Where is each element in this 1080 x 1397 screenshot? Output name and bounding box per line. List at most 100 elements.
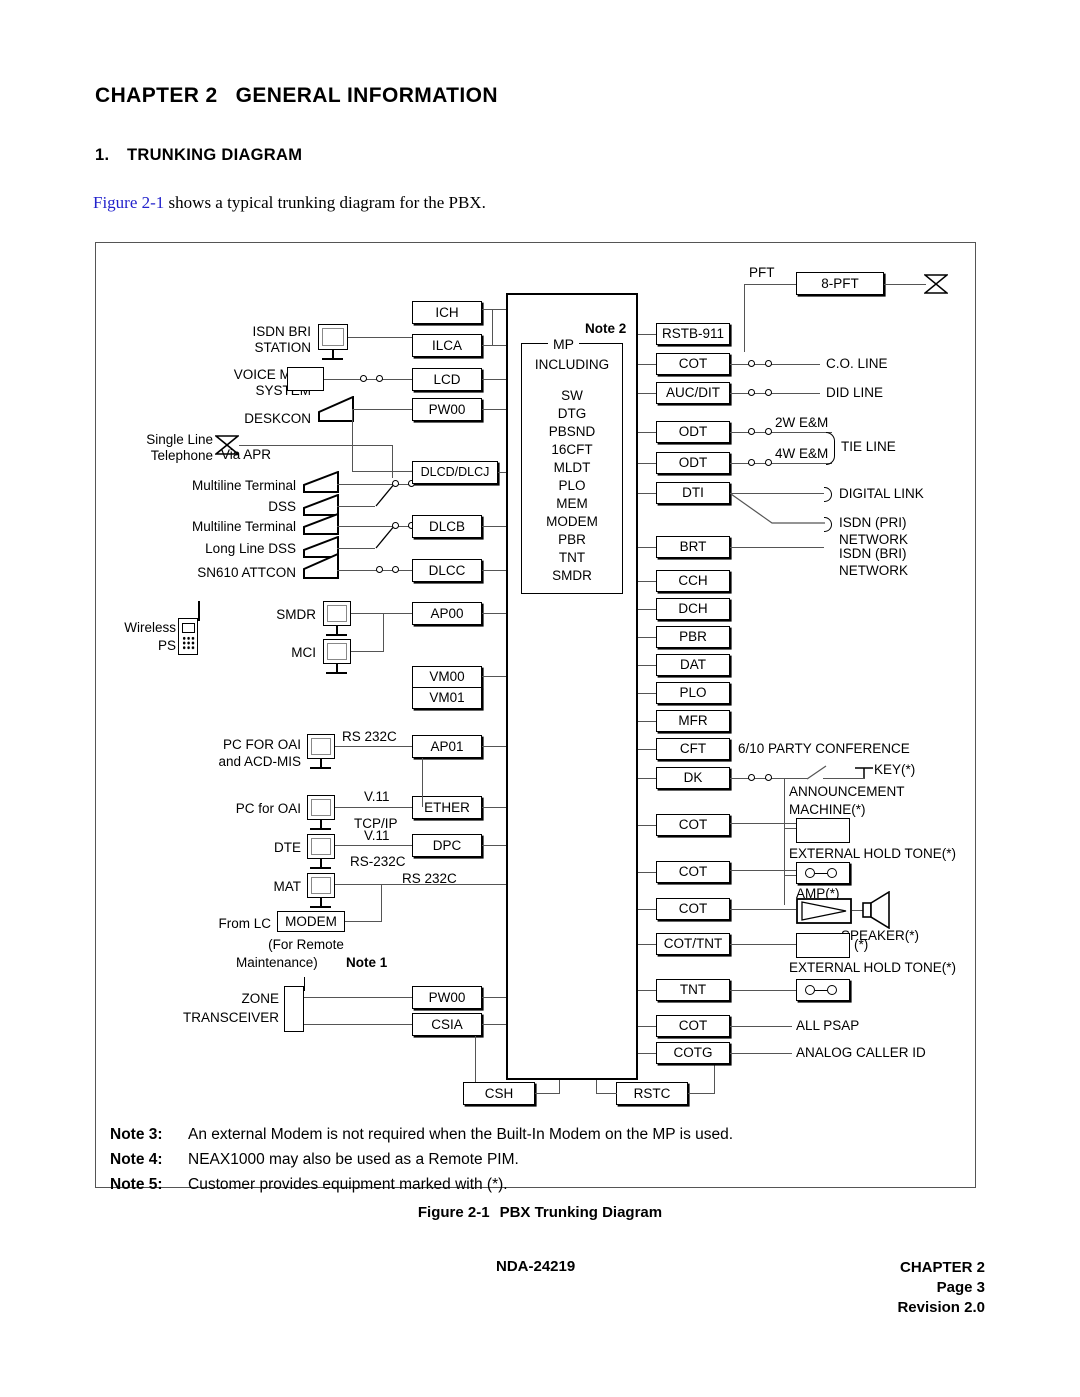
page-title: CHAPTER 2 GENERAL INFORMATION	[95, 84, 498, 108]
card-dpc[interactable]: DPC	[412, 834, 482, 857]
tnt-tone-circle-1	[805, 985, 815, 995]
card-dch[interactable]: DCH	[656, 598, 730, 620]
mp-content-pbsnd: PBSND	[548, 424, 596, 439]
note-row-4: Note 4: NEAX1000 may also be used as a Re…	[110, 1147, 970, 1172]
note-4-label: Note 4:	[110, 1151, 163, 1168]
dte-base	[310, 867, 331, 869]
card-tnt[interactable]: TNT	[656, 979, 730, 1001]
card-brt[interactable]: BRT	[656, 536, 730, 558]
card-auc-dit[interactable]: AUC/DIT	[656, 382, 730, 404]
card-vm00[interactable]: VM00	[412, 666, 482, 688]
card-8-pft[interactable]: 8-PFT	[796, 272, 884, 295]
right-label-tie-line: TIE LINE	[841, 439, 896, 454]
link-dti-isdnpri-diagonal	[730, 493, 825, 524]
card-cot-1[interactable]: COT	[656, 353, 730, 375]
right-label-isdn-pri: ISDN (PRI)	[839, 515, 907, 530]
mp-content-dtg: DTG	[557, 406, 587, 421]
card-dat[interactable]: DAT	[656, 654, 730, 676]
link-csia-to-csh	[475, 1036, 476, 1088]
intro-paragraph: Figure 2-1 shows a typical trunking diag…	[93, 193, 486, 213]
card-cot-4[interactable]: COT	[656, 898, 730, 920]
mp-content-tnt: TNT	[558, 550, 586, 565]
device-label-multiline-terminal-1: Multiline Terminal	[191, 478, 296, 493]
mp-including-label: INCLUDING	[534, 357, 610, 372]
link-label-rs232c-dte: RS-232C	[350, 854, 406, 869]
link-cot1-coline	[730, 364, 820, 365]
card-odt-1[interactable]: ODT	[656, 421, 730, 443]
card-dti[interactable]: DTI	[656, 482, 730, 504]
card-rstb-911[interactable]: RSTB-911	[656, 323, 730, 345]
link-ich-ilca-v	[492, 309, 493, 345]
footer-page: Page 3	[936, 1279, 985, 1296]
card-pw00-a[interactable]: PW00	[412, 398, 482, 421]
right-label-all-psap: ALL PSAP	[796, 1018, 860, 1033]
card-ap00[interactable]: AP00	[412, 602, 482, 625]
link-voice-mail-to-lcd	[324, 379, 412, 380]
mat-base	[310, 906, 331, 908]
card-cotg[interactable]: COTG	[656, 1042, 730, 1064]
card-dlcd-dlcj[interactable]: DLCD/DLCJ	[412, 461, 498, 484]
link-label-v11-1: V.11	[364, 789, 390, 804]
stub-cot5	[638, 1026, 656, 1027]
card-pbr[interactable]: PBR	[656, 626, 730, 648]
device-label-from-lc: From LC	[218, 916, 271, 931]
page-footer: NDA-24219 CHAPTER 2 Page 3 Revision 2.0	[0, 1258, 1080, 1348]
right-label-machine: MACHINE(*)	[789, 802, 866, 817]
device-label-wireless: Wireless	[124, 620, 176, 635]
figure-caption: Figure 2-1 PBX Trunking Diagram	[0, 1204, 1080, 1221]
card-ilca[interactable]: ILCA	[412, 334, 482, 357]
stub-rstb	[638, 334, 656, 335]
card-cot-3[interactable]: COT	[656, 861, 730, 883]
card-cot-tnt[interactable]: COT/TNT	[656, 933, 730, 955]
jack-cot1-1	[748, 360, 755, 367]
card-cft[interactable]: CFT	[656, 738, 730, 760]
pc-oai-acdmis-stem	[320, 759, 322, 767]
card-dk[interactable]: DK	[656, 767, 730, 789]
link-deskcon-to-pw00	[352, 409, 412, 410]
link-pft-top	[744, 284, 796, 285]
stub-odt1	[638, 432, 656, 433]
card-ap01[interactable]: AP01	[412, 735, 482, 758]
card-dlcb[interactable]: DLCB	[412, 515, 482, 538]
card-csh[interactable]: CSH	[463, 1082, 535, 1105]
figure-reference-link[interactable]: Figure 2-1	[93, 193, 164, 212]
link-deskcon-to-dlcd	[352, 471, 412, 472]
figure-notes: Note 3: An external Modem is not required…	[110, 1122, 970, 1197]
link-cot3-amp-b	[784, 875, 796, 876]
card-vm01[interactable]: VM01	[412, 687, 482, 709]
mat-stem	[320, 898, 322, 906]
card-cot-5[interactable]: COT	[656, 1015, 730, 1037]
card-cch[interactable]: CCH	[656, 570, 730, 592]
device-label-zone: ZONE	[241, 991, 279, 1006]
tnt-tone-source-icon	[796, 979, 850, 1001]
card-lcd[interactable]: LCD	[412, 368, 482, 391]
card-csia[interactable]: CSIA	[412, 1013, 482, 1036]
link-modem-vertical	[381, 884, 382, 922]
deskcon-console-icon	[318, 396, 354, 422]
card-plo[interactable]: PLO	[656, 682, 730, 704]
footer-right-block: CHAPTER 2 Page 3 Revision 2.0	[897, 1258, 985, 1318]
link-vm00-pim	[482, 676, 506, 677]
device-label-deskcon: DESKCON	[244, 411, 311, 426]
right-label-announcement: ANNOUNCEMENT	[789, 784, 905, 799]
stub-dk	[638, 778, 656, 779]
voice-mail-system-icon	[287, 367, 324, 391]
card-dlcc[interactable]: DLCC	[412, 559, 482, 582]
pc-oai-acdmis-base	[310, 767, 331, 769]
card-cot-2[interactable]: COT	[656, 814, 730, 836]
footer-doc-id: NDA-24219	[496, 1258, 576, 1275]
device-label-mci: MCI	[291, 645, 316, 660]
jack-dlcc-1	[376, 566, 383, 573]
jack-odt2-2	[765, 459, 772, 466]
link-ap00-pim	[482, 613, 506, 614]
card-ich[interactable]: ICH	[412, 301, 482, 324]
card-rstc[interactable]: RSTC	[616, 1082, 688, 1105]
mat-terminal-icon	[307, 873, 335, 898]
stub-cotg	[638, 1053, 656, 1054]
device-label-transceiver: TRANSCEIVER	[182, 1010, 279, 1025]
card-odt-2[interactable]: ODT	[656, 452, 730, 474]
card-pw00-b[interactable]: PW00	[412, 986, 482, 1009]
device-label-mat: MAT	[273, 879, 302, 894]
card-mfr[interactable]: MFR	[656, 710, 730, 732]
stub-dti	[638, 493, 656, 494]
